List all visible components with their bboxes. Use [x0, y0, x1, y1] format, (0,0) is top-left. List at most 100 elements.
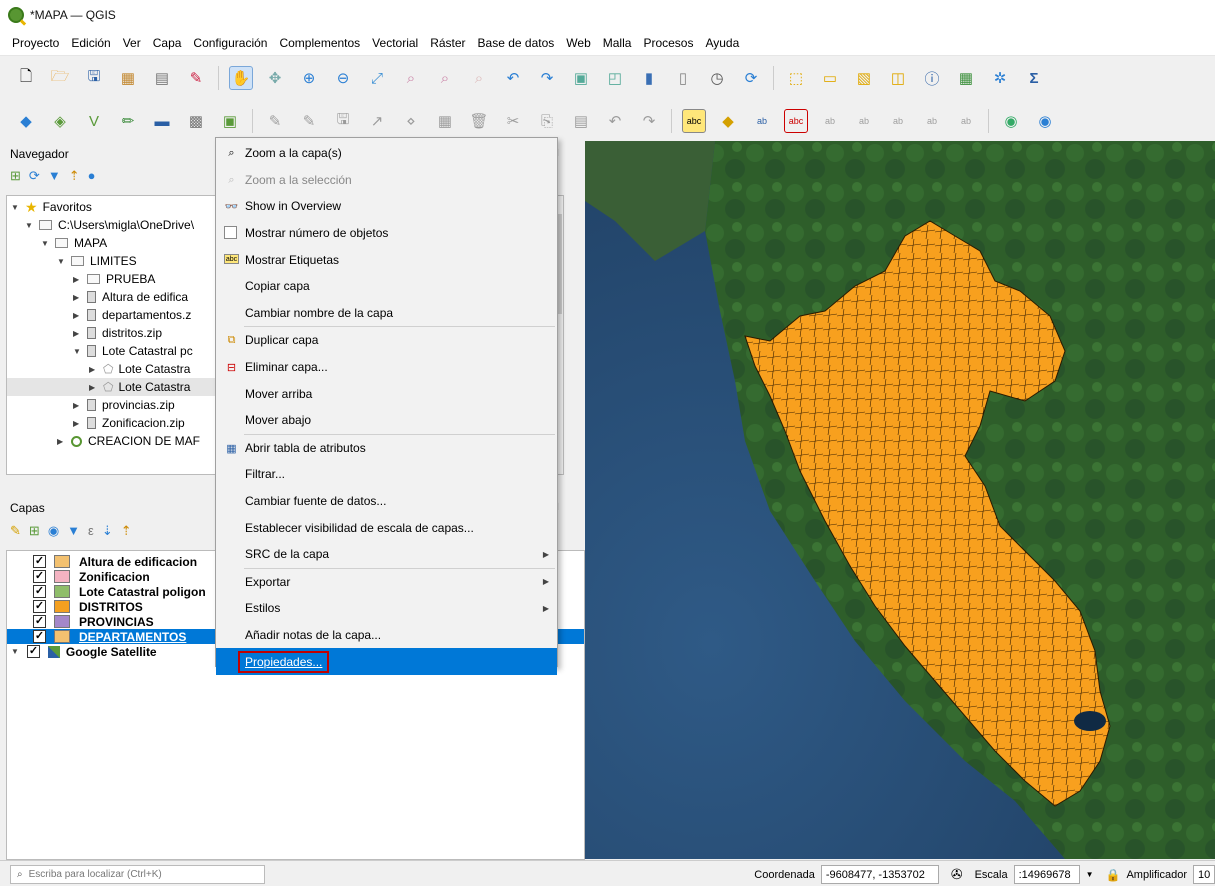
add-feature-icon[interactable]: ↗ — [365, 109, 389, 133]
menu-item-layer-crs[interactable]: SRC de la capa ▶ — [216, 541, 557, 568]
label-props-icon[interactable]: ab — [954, 109, 978, 133]
menu-vectorial[interactable]: Vectorial — [372, 36, 418, 50]
chevron-down-icon[interactable]: ▼ — [57, 257, 67, 266]
menu-complementos[interactable]: Complementos — [279, 36, 360, 50]
menu-item-rename-layer[interactable]: Cambiar nombre de la capa — [216, 300, 557, 327]
layout-manager-icon[interactable]: ▤ — [150, 66, 174, 90]
open-field-calculator-icon[interactable]: ▦ — [954, 66, 978, 90]
filter-icon[interactable]: ▼ — [48, 168, 61, 184]
zoom-full-icon[interactable]: ⤢ — [365, 66, 389, 90]
filter-legend-icon[interactable]: ▼ — [67, 523, 80, 539]
menu-item-zoom-to-selection[interactable]: ⌕ Zoom a la selección — [216, 167, 557, 194]
toggle-extents-icon[interactable]: ✇ — [951, 866, 963, 883]
menu-web[interactable]: Web — [566, 36, 590, 50]
modify-attributes-icon[interactable]: ▦ — [433, 109, 457, 133]
coordinate-field[interactable]: -9608477, -1353702 — [820, 865, 939, 884]
collapse-all-icon[interactable]: ⇡ — [69, 168, 80, 184]
pan-map-icon[interactable]: ✋ — [229, 66, 253, 90]
menu-item-change-data-source[interactable]: Cambiar fuente de datos... — [216, 488, 557, 515]
layer-visibility-checkbox[interactable]: ✓ — [33, 585, 46, 598]
layer-visibility-checkbox[interactable]: ✓ — [33, 570, 46, 583]
select-location-icon[interactable]: ◫ — [886, 66, 910, 90]
menu-item-styles[interactable]: Estilos ▶ — [216, 595, 557, 622]
statistical-summary-icon[interactable]: Σ — [1022, 66, 1046, 90]
chevron-right-icon[interactable]: ▶ — [89, 365, 99, 374]
layer-styling-icon[interactable]: ✎ — [10, 523, 21, 539]
rotate-label-icon[interactable]: ab — [886, 109, 910, 133]
chevron-down-icon[interactable]: ▼ — [11, 647, 19, 656]
chevron-right-icon[interactable]: ▶ — [73, 293, 83, 302]
new-layer-icon[interactable]: ▣ — [218, 109, 242, 133]
menu-item-show-in-overview[interactable]: 👓 Show in Overview — [216, 193, 557, 220]
menu-item-move-down[interactable]: Mover abajo — [216, 407, 557, 434]
properties-icon[interactable]: ● — [88, 168, 96, 184]
paste-features-icon[interactable]: ▤ — [569, 109, 593, 133]
chevron-right-icon[interactable]: ▶ — [89, 383, 99, 392]
layer-visibility-checkbox[interactable]: ✓ — [33, 600, 46, 613]
chevron-right-icon[interactable]: ▶ — [73, 401, 83, 410]
menu-item-copy-layer[interactable]: Copiar capa — [216, 273, 557, 300]
delete-selected-icon[interactable]: 🗑 — [467, 109, 491, 133]
temporal-controller-icon[interactable]: ◷ — [705, 66, 729, 90]
processing-toolbox-icon[interactable]: ✲ — [988, 66, 1012, 90]
add-group-icon[interactable]: ⊞ — [29, 523, 40, 539]
layer-visibility-checkbox[interactable]: ✓ — [33, 630, 46, 643]
chevron-right-icon[interactable]: ▶ — [73, 419, 83, 428]
collapse-all-icon[interactable]: ⇡ — [121, 523, 132, 539]
chevron-down-icon[interactable]: ▼ — [73, 347, 83, 356]
zoom-last-icon[interactable]: ↶ — [501, 66, 525, 90]
pan-to-selection-icon[interactable]: ✥ — [263, 66, 287, 90]
menu-item-move-up[interactable]: Mover arriba — [216, 380, 557, 407]
filter-expression-icon[interactable]: ε — [88, 523, 94, 539]
menu-ver[interactable]: Ver — [123, 36, 141, 50]
scale-field[interactable]: :14969678 — [1013, 865, 1080, 884]
add-delimited-text-icon[interactable]: V — [82, 109, 106, 133]
toggle-editing-icon[interactable]: ✎ — [263, 109, 287, 133]
zoom-in-icon[interactable]: ⊕ — [297, 66, 321, 90]
add-wms-layer-icon[interactable]: ▬ — [150, 109, 174, 133]
layer-visibility-checkbox[interactable]: ✓ — [26, 645, 40, 658]
undo-icon[interactable]: ↶ — [603, 109, 627, 133]
style-manager-icon[interactable]: ✎ — [184, 66, 208, 90]
show-bookmarks-icon[interactable]: ▯ — [671, 66, 695, 90]
menu-base-de-datos[interactable]: Base de datos — [478, 36, 555, 50]
magnifier-field[interactable]: 10 — [1193, 865, 1215, 884]
menu-raster[interactable]: Ráster — [430, 36, 465, 50]
show-hide-labels-icon[interactable]: ab — [818, 109, 842, 133]
identify-features-icon[interactable]: ⓘ — [920, 66, 944, 90]
vertex-tool-icon[interactable]: ⋄ — [399, 109, 423, 133]
menu-ayuda[interactable]: Ayuda — [705, 36, 739, 50]
redo-icon[interactable]: ↷ — [637, 109, 661, 133]
refresh-icon[interactable]: ⟳ — [739, 66, 763, 90]
cut-features-icon[interactable]: ✂ — [501, 109, 525, 133]
menu-edicion[interactable]: Edición — [71, 36, 110, 50]
copy-features-icon[interactable]: ⎘ — [535, 109, 559, 133]
menu-item-filter[interactable]: Filtrar... — [216, 461, 557, 488]
chevron-right-icon[interactable]: ▶ — [73, 329, 83, 338]
plugin-globe-icon[interactable]: ◉ — [999, 109, 1023, 133]
chevron-right-icon[interactable]: ▶ — [57, 437, 67, 446]
zoom-out-icon[interactable]: ⊖ — [331, 66, 355, 90]
save-edits-icon[interactable]: 🖫 — [331, 109, 355, 133]
change-label-icon[interactable]: ab — [920, 109, 944, 133]
zoom-selection-icon[interactable]: ⌕ — [399, 66, 423, 90]
menu-item-remove-layer[interactable]: ⊟ Eliminar capa... — [216, 354, 557, 381]
bookmark-icon[interactable]: ▮ — [637, 66, 661, 90]
map-canvas[interactable] — [585, 141, 1215, 859]
menu-item-duplicate-layer[interactable]: ⧉ Duplicar capa — [216, 327, 557, 354]
menu-item-open-attribute-table[interactable]: ▦ Abrir tabla de atributos — [216, 435, 557, 462]
menu-configuracion[interactable]: Configuración — [193, 36, 267, 50]
menu-procesos[interactable]: Procesos — [643, 36, 693, 50]
menu-item-export[interactable]: Exportar ▶ — [216, 569, 557, 596]
add-raster-icon[interactable]: ▩ — [184, 109, 208, 133]
locator-search-input[interactable]: ⌕ Escriba para localizar (Ctrl+K) — [10, 865, 265, 884]
new-print-layout-icon[interactable]: ▦ — [116, 66, 140, 90]
menu-item-show-labels[interactable]: abc Mostrar Etiquetas — [216, 246, 557, 273]
zoom-layer-icon[interactable]: ⌕ — [433, 66, 457, 90]
digitize-icon[interactable]: ✏ — [116, 109, 140, 133]
move-label-icon[interactable]: ab — [852, 109, 876, 133]
select-by-value-icon[interactable]: ▭ — [818, 66, 842, 90]
deselect-icon[interactable]: ▧ — [852, 66, 876, 90]
save-project-icon[interactable]: 🖫 — [82, 66, 106, 90]
menu-item-add-layer-notes[interactable]: Añadir notas de la capa... — [216, 622, 557, 649]
